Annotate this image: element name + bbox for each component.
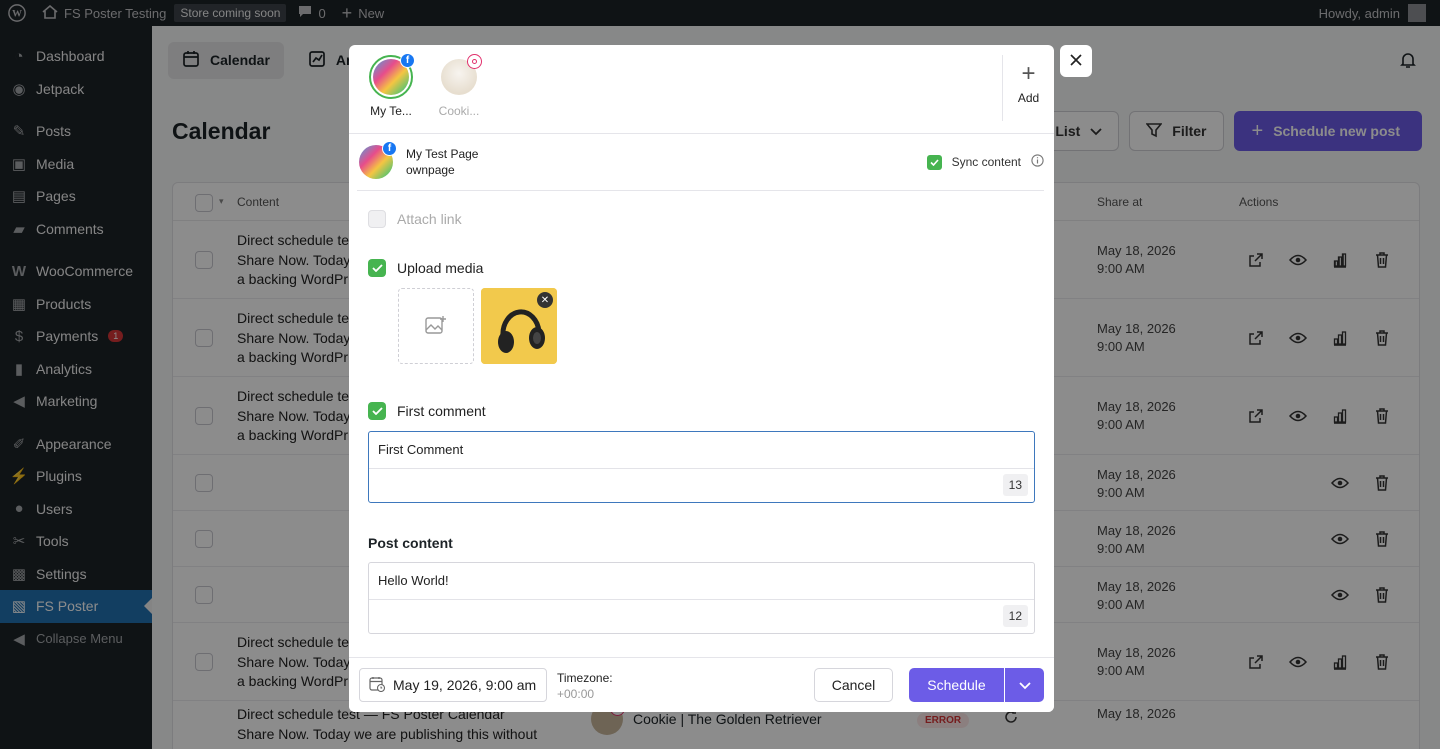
post-content-field[interactable]: Hello World! 12 [368, 562, 1035, 634]
account-name: Cooki... [438, 104, 480, 118]
sync-content-label: Sync content [951, 155, 1021, 169]
attach-link-label: Attach link [397, 211, 462, 227]
post-content-title: Post content [368, 535, 453, 551]
attach-link-checkbox[interactable] [368, 210, 386, 228]
timezone-info: Timezone: +00:00 [557, 671, 613, 701]
schedule-post-modal: f My Te... Cooki... + Add f My Test Page… [349, 45, 1054, 712]
modal-footer: May 19, 2026, 9:00 am Timezone: +00:00 C… [349, 657, 1054, 712]
add-account-button[interactable]: + Add [1002, 55, 1054, 121]
close-modal-button[interactable] [1060, 45, 1092, 77]
calendar-clock-icon [369, 676, 386, 695]
info-icon[interactable] [1031, 154, 1044, 170]
cancel-button[interactable]: Cancel [814, 668, 893, 702]
upload-media-label: Upload media [397, 260, 484, 276]
facebook-icon: f [400, 53, 415, 68]
remove-media-icon[interactable]: ✕ [537, 292, 553, 308]
schedule-date-picker[interactable]: May 19, 2026, 9:00 am [359, 668, 547, 702]
channel-header: f My Test Page ownpage Sync content [357, 135, 1044, 191]
account-chip-facebook[interactable]: f My Te... [361, 53, 421, 118]
add-label: Add [1017, 91, 1040, 105]
channel-avatar: f [359, 141, 397, 179]
account-avatar: f [369, 53, 415, 99]
upload-media-option[interactable]: Upload media [368, 259, 483, 277]
upload-media-checkbox[interactable] [368, 259, 386, 277]
first-comment-input[interactable]: First Comment [369, 432, 1034, 469]
first-comment-option[interactable]: First comment [368, 402, 486, 420]
channel-type: ownpage [406, 163, 455, 177]
channel-name: My Test Page [406, 147, 479, 161]
first-comment-field[interactable]: First Comment 13 [368, 431, 1035, 503]
first-comment-checkbox[interactable] [368, 402, 386, 420]
timezone-label: Timezone: [557, 671, 613, 685]
sync-content-toggle[interactable]: Sync content [926, 154, 1044, 170]
attach-link-option[interactable]: Attach link [368, 210, 462, 228]
sync-content-checkbox[interactable] [926, 154, 942, 170]
media-thumbnail[interactable]: ✕ [481, 288, 557, 364]
first-comment-char-count: 13 [1002, 474, 1028, 496]
selected-accounts-bar: f My Te... Cooki... + Add [349, 45, 1054, 134]
account-chip-instagram[interactable]: Cooki... [429, 54, 489, 118]
post-content-input[interactable]: Hello World! [369, 563, 1034, 600]
post-content-char-count: 12 [1002, 605, 1028, 627]
first-comment-label: First comment [397, 403, 486, 419]
schedule-date-value: May 19, 2026, 9:00 am [393, 677, 537, 693]
schedule-options-dropdown[interactable] [1005, 668, 1044, 702]
chevron-down-icon [1018, 678, 1031, 693]
add-media-button[interactable] [398, 288, 474, 364]
instagram-icon [467, 54, 482, 69]
facebook-icon: f [382, 141, 397, 156]
schedule-button[interactable]: Schedule [909, 668, 1004, 702]
plus-icon: + [1021, 60, 1036, 87]
account-name: My Te... [370, 104, 412, 118]
close-icon [1070, 53, 1082, 69]
image-add-icon [425, 315, 447, 338]
timezone-value: +00:00 [557, 687, 595, 701]
